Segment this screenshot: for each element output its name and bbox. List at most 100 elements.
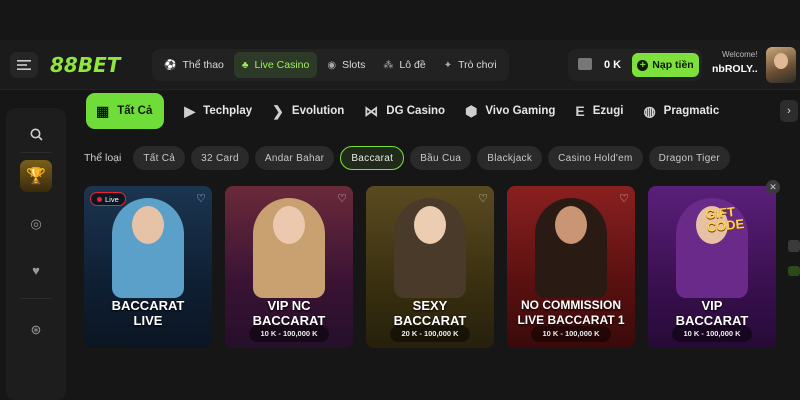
grid-icon: ▦ xyxy=(96,102,110,119)
category-chip[interactable]: 32 Card xyxy=(191,146,249,170)
wallet: 0 K + Nạp tiền xyxy=(568,49,702,81)
dealer-face xyxy=(555,206,587,244)
provider-tab-all[interactable]: ▦ Tất Cả xyxy=(86,93,165,129)
chat-icon xyxy=(788,240,800,252)
hamburger-icon xyxy=(17,60,31,70)
balance-value: 0 K xyxy=(604,59,622,71)
gift-line: CODE xyxy=(705,216,745,235)
username[interactable]: nbROLY.. xyxy=(712,63,758,75)
provider-label: DG Casino xyxy=(386,105,446,117)
nav-item-label: Live Casino xyxy=(254,59,310,71)
casino-table-icon: ♣ xyxy=(241,59,249,71)
game-title: NO COMMISSION LIVE BACCARAT 1 xyxy=(507,298,635,328)
bet-limit: 20 K - 100,000 K xyxy=(390,326,470,342)
game-title-line: VIP xyxy=(701,298,723,313)
nav-item-live-casino[interactable]: ♣ Live Casino xyxy=(233,52,318,78)
main-nav: ⚽ Thể thao ♣ Live Casino ◉ Slots ⁂ Lô đề… xyxy=(152,49,509,81)
techplay-icon: ▶ xyxy=(184,102,196,119)
gift-code-badge[interactable]: GIFT CODE xyxy=(705,204,745,235)
dealer-face xyxy=(273,206,305,244)
favorite-heart-icon[interactable]: ♡ xyxy=(196,192,206,205)
nav-item-lottery[interactable]: ⁂ Lô đề xyxy=(375,52,433,78)
favorite-heart-icon[interactable]: ♡ xyxy=(619,192,629,205)
live-dot-icon xyxy=(97,196,102,202)
provider-tab-techplay[interactable]: ▶ Techplay xyxy=(184,93,252,129)
vivo-cube-icon: ⬢ xyxy=(465,102,478,119)
provider-tabs: ▦ Tất Cả ▶ Techplay ❯ Evolution ⋈ DG Cas… xyxy=(86,92,800,130)
category-chip[interactable]: Tất Cả xyxy=(133,146,186,170)
pragmatic-play-icon: ◍ xyxy=(643,102,656,119)
game-title-line: LIVE xyxy=(133,313,163,328)
soccer-ball-icon: ⚽ xyxy=(164,59,177,71)
ezugi-icon: E xyxy=(575,103,585,119)
side-widget[interactable] xyxy=(788,240,800,280)
game-title: BACCARAT LIVE xyxy=(84,298,212,328)
provider-label: Techplay xyxy=(203,105,253,117)
heart-icon[interactable]: ♥ xyxy=(26,260,46,280)
favorite-heart-icon[interactable]: ♡ xyxy=(478,192,488,205)
bet-limit: 10 K - 100,000 K xyxy=(249,326,329,342)
search-icon[interactable] xyxy=(26,124,46,144)
avatar[interactable] xyxy=(766,47,796,83)
category-filter: Thể loại Tất Cả 32 Card Andar Bahar Bacc… xyxy=(84,145,800,171)
top-bar: 88BET ⚽ Thể thao ♣ Live Casino ◉ Slots ⁂… xyxy=(0,40,800,90)
category-chip[interactable]: Blackjack xyxy=(477,146,543,170)
game-grid: Live ♡ BACCARAT LIVE ♡ VIP NC BACCARAT 1… xyxy=(84,186,800,350)
provider-tab-dg-casino[interactable]: ⋈ DG Casino xyxy=(364,93,445,129)
provider-tab-ezugi[interactable]: E Ezugi xyxy=(575,93,623,129)
category-chip[interactable]: Andar Bahar xyxy=(254,146,335,170)
promo-icon xyxy=(788,266,800,276)
bet-limit: 10 K - 100,000 K xyxy=(531,326,611,342)
favorite-heart-icon[interactable]: ♡ xyxy=(337,192,347,205)
game-card[interactable]: ♡ VIP NC BACCARAT 10 K - 100,000 K xyxy=(225,186,353,348)
live-label: Live xyxy=(105,194,119,204)
nav-item-label: Lô đề xyxy=(399,59,426,71)
plus-icon: + xyxy=(637,59,649,71)
category-chip-active[interactable]: Baccarat xyxy=(340,146,405,170)
logo-text: 88BET xyxy=(50,53,121,77)
nav-item-label: Slots xyxy=(342,59,366,71)
casino-page: 88BET ⚽ Thể thao ♣ Live Casino ◉ Slots ⁂… xyxy=(0,0,800,400)
nav-item-label: Trò chơi xyxy=(458,59,497,71)
dealer-face xyxy=(414,206,446,244)
site-logo[interactable]: 88BET xyxy=(50,50,150,80)
game-title-line: NO COMMISSION xyxy=(520,298,621,312)
provider-label: Pragmatic xyxy=(663,105,720,117)
deposit-button[interactable]: + Nạp tiền xyxy=(632,53,699,77)
nav-item-sports[interactable]: ⚽ Thể thao xyxy=(156,52,232,78)
category-chip[interactable]: Casino Hold'em xyxy=(548,146,643,170)
provider-label: Ezugi xyxy=(592,105,624,117)
gamepad-icon: ✦ xyxy=(443,59,453,71)
support-icon[interactable]: ⊛ xyxy=(26,320,46,340)
menu-button[interactable] xyxy=(10,52,38,78)
nav-item-label: Thể thao xyxy=(182,59,224,71)
nav-item-slots[interactable]: ◉ Slots xyxy=(319,52,373,78)
game-title: VIP NC BACCARAT xyxy=(225,298,353,328)
game-card[interactable]: ♡ SEXY BACCARAT 20 K - 100,000 K xyxy=(366,186,494,348)
category-label: Thể loại xyxy=(84,152,122,164)
provider-label: Vivo Gaming xyxy=(485,105,556,117)
divider xyxy=(20,152,52,153)
chevron-right-icon[interactable]: › xyxy=(780,100,798,122)
trophy-icon[interactable]: 🏆 xyxy=(20,160,52,192)
game-card[interactable]: ♡ NO COMMISSION LIVE BACCARAT 1 10 K - 1… xyxy=(507,186,635,348)
game-title-line: BACCARAT xyxy=(111,298,185,313)
deposit-label: Nạp tiền xyxy=(652,59,694,71)
bet-limit: 10 K - 100,000 K xyxy=(672,326,752,342)
provider-tab-vivo-gaming[interactable]: ⬢ Vivo Gaming xyxy=(465,93,555,129)
game-card[interactable]: Live ♡ BACCARAT LIVE xyxy=(84,186,212,348)
live-badge: Live xyxy=(90,192,126,206)
close-icon[interactable]: ✕ xyxy=(766,180,780,194)
category-chip[interactable]: Dragon Tiger xyxy=(648,146,731,170)
game-card[interactable]: GIFT CODE VIP BACCARAT 10 K - 100,000 K xyxy=(648,186,776,348)
provider-tab-evolution[interactable]: ❯ Evolution xyxy=(272,93,344,129)
chip-icon[interactable]: ◎ xyxy=(26,214,46,234)
provider-tab-pragmatic[interactable]: ◍ Pragmatic xyxy=(643,93,719,129)
nav-item-games[interactable]: ✦ Trò chơi xyxy=(436,52,505,78)
game-title-line: VIP NC xyxy=(267,298,311,313)
category-chip[interactable]: Bầu Cua xyxy=(410,146,472,170)
game-title: SEXY BACCARAT xyxy=(366,298,494,328)
lottery-balls-icon: ⁂ xyxy=(383,59,394,71)
provider-label: Evolution xyxy=(291,105,345,117)
game-title: VIP BACCARAT xyxy=(648,298,776,328)
